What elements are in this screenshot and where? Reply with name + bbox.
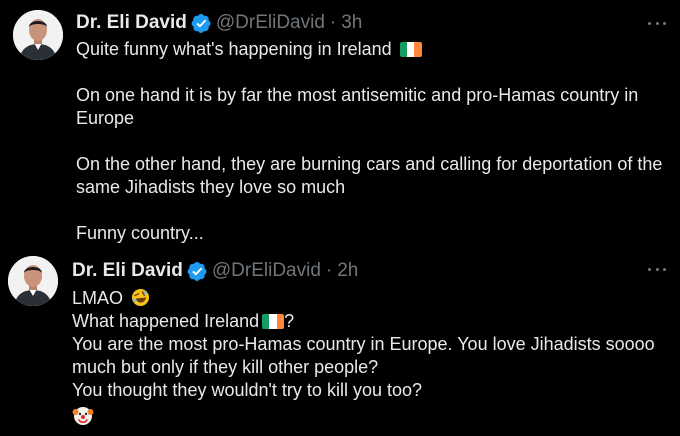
more-options-icon[interactable] xyxy=(648,266,666,272)
ireland-flag-icon xyxy=(262,314,285,329)
profile-photo xyxy=(8,256,58,306)
handle[interactable]: @DrEliDavid xyxy=(216,11,325,35)
avatar[interactable] xyxy=(13,10,63,60)
timestamp[interactable]: 2h xyxy=(337,259,358,283)
tweet-line: LMAO xyxy=(72,287,672,310)
tweet-text: Quite funny what's happening in Ireland … xyxy=(76,38,666,245)
tweet-header: Dr. Eli David @DrEliDavid · 2h xyxy=(72,259,358,283)
display-name[interactable]: Dr. Eli David xyxy=(76,11,187,35)
tweet-text: LMAO What happened Ireland? You are the … xyxy=(72,287,672,432)
avatar[interactable] xyxy=(8,256,58,306)
tweet-paragraph: On the other hand, they are burning cars… xyxy=(76,154,663,197)
display-name[interactable]: Dr. Eli David xyxy=(72,259,183,283)
rolling-laughing-icon xyxy=(131,288,150,307)
handle[interactable]: @DrEliDavid xyxy=(212,259,321,283)
verified-badge-icon xyxy=(187,261,207,281)
tweet-paragraph: Funny country... xyxy=(76,223,204,243)
separator-dot: · xyxy=(325,260,333,281)
tweet-line-text: ? xyxy=(284,311,295,331)
verified-badge-icon xyxy=(191,13,211,33)
profile-photo xyxy=(13,10,63,60)
tweet-line: Quite funny what's happening in Ireland xyxy=(76,38,666,61)
tweet-1[interactable]: Dr. Eli David @DrEliDavid · 3h Quite fun… xyxy=(0,0,680,252)
ireland-flag-icon xyxy=(399,42,422,57)
tweet-line: You are the most pro-Hamas country in Eu… xyxy=(72,334,655,377)
tweet-line: What happened Ireland? xyxy=(72,310,672,333)
tweet-line-text: What happened Ireland xyxy=(72,311,260,331)
timestamp[interactable]: 3h xyxy=(341,11,362,35)
more-options-icon[interactable] xyxy=(648,20,666,26)
separator-dot: · xyxy=(329,12,337,33)
tweet-2[interactable]: Dr. Eli David @DrEliDavid · 2h LMAO What… xyxy=(0,252,680,436)
tweet-header: Dr. Eli David @DrEliDavid · 3h xyxy=(76,11,362,35)
tweet-line: You thought they wouldn't try to kill yo… xyxy=(72,380,422,400)
tweet-line-text: LMAO xyxy=(72,288,124,308)
tweet-paragraph: On one hand it is by far the most antise… xyxy=(76,85,639,128)
tweet-line-text: Quite funny what's happening in Ireland xyxy=(76,39,392,59)
clown-face-icon xyxy=(72,407,94,425)
